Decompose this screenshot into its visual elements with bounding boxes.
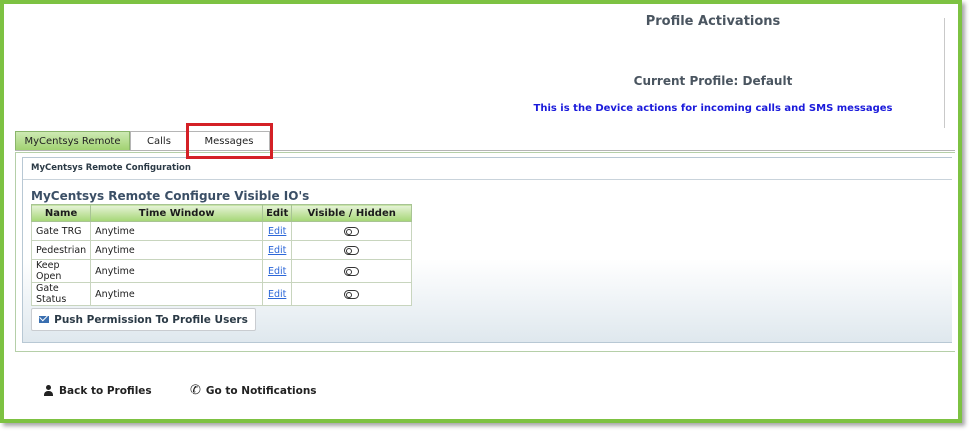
panel-header: MyCentsys Remote Configuration bbox=[23, 158, 952, 180]
column-header-visible-hidden: Visible / Hidden bbox=[291, 204, 413, 222]
row-visibility-cell bbox=[291, 240, 413, 260]
back-to-profiles-link[interactable]: Back to Profiles bbox=[43, 385, 152, 397]
column-header-name: Name bbox=[30, 204, 92, 222]
row-edit-cell: Edit bbox=[262, 221, 293, 241]
go-to-notifications-label: Go to Notifications bbox=[205, 385, 317, 397]
vertical-divider bbox=[944, 18, 945, 128]
row-edit-cell: Edit bbox=[262, 240, 293, 260]
row-name: Gate TRG bbox=[30, 221, 92, 241]
device-actions-description: This is the Device actions for incoming … bbox=[533, 103, 893, 114]
row-time-window: Anytime bbox=[90, 221, 264, 241]
go-to-notifications-link[interactable]: ✆ Go to Notifications bbox=[190, 383, 317, 398]
row-name: Gate Status bbox=[30, 282, 92, 306]
back-to-profiles-label: Back to Profiles bbox=[59, 385, 152, 397]
table-header-row: Name Time Window Edit Visible / Hidden bbox=[30, 204, 413, 222]
row-time-window: Anytime bbox=[90, 240, 264, 260]
messages-tab-highlight bbox=[186, 123, 273, 159]
row-edit-cell: Edit bbox=[262, 259, 293, 283]
user-icon bbox=[43, 385, 54, 397]
edit-link[interactable]: Edit bbox=[268, 245, 286, 256]
remote-configuration-panel: MyCentsys Remote Configuration MyCentsys… bbox=[22, 157, 952, 343]
section-title: MyCentsys Remote Configure Visible IO's bbox=[31, 189, 310, 203]
visibility-toggle-icon[interactable] bbox=[344, 226, 360, 236]
table-row: Keep Open Anytime Edit bbox=[30, 259, 413, 283]
row-time-window: Anytime bbox=[90, 282, 264, 306]
phone-icon: ✆ bbox=[190, 383, 201, 398]
table-row: Pedestrian Anytime Edit bbox=[30, 240, 413, 260]
row-visibility-cell bbox=[291, 221, 413, 241]
edit-link[interactable]: Edit bbox=[268, 266, 286, 277]
table-row: Gate TRG Anytime Edit bbox=[30, 221, 413, 241]
page-title: Profile Activations bbox=[645, 14, 781, 29]
current-profile-label: Current Profile: Default bbox=[633, 74, 793, 88]
row-name: Pedestrian bbox=[30, 240, 92, 260]
tab-calls[interactable]: Calls bbox=[130, 131, 188, 151]
row-edit-cell: Edit bbox=[262, 282, 293, 306]
tab-divider bbox=[15, 150, 955, 151]
row-time-window: Anytime bbox=[90, 259, 264, 283]
row-visibility-cell bbox=[291, 282, 413, 306]
push-permission-label: Push Permission To Profile Users bbox=[54, 313, 248, 326]
tab-mycentsys-remote[interactable]: MyCentsys Remote bbox=[15, 131, 130, 151]
push-permission-button[interactable]: Push Permission To Profile Users bbox=[31, 308, 256, 331]
visible-io-table: Name Time Window Edit Visible / Hidden G… bbox=[30, 204, 413, 306]
visibility-toggle-icon[interactable] bbox=[344, 289, 360, 299]
column-header-time-window: Time Window bbox=[90, 204, 264, 222]
column-header-edit: Edit bbox=[262, 204, 293, 222]
visibility-toggle-icon[interactable] bbox=[344, 245, 360, 255]
visibility-toggle-icon[interactable] bbox=[344, 266, 360, 276]
row-visibility-cell bbox=[291, 259, 413, 283]
table-row: Gate Status Anytime Edit bbox=[30, 282, 413, 306]
edit-link[interactable]: Edit bbox=[268, 289, 286, 300]
row-name: Keep Open bbox=[30, 259, 92, 283]
edit-link[interactable]: Edit bbox=[268, 226, 286, 237]
envelope-icon bbox=[39, 316, 50, 323]
